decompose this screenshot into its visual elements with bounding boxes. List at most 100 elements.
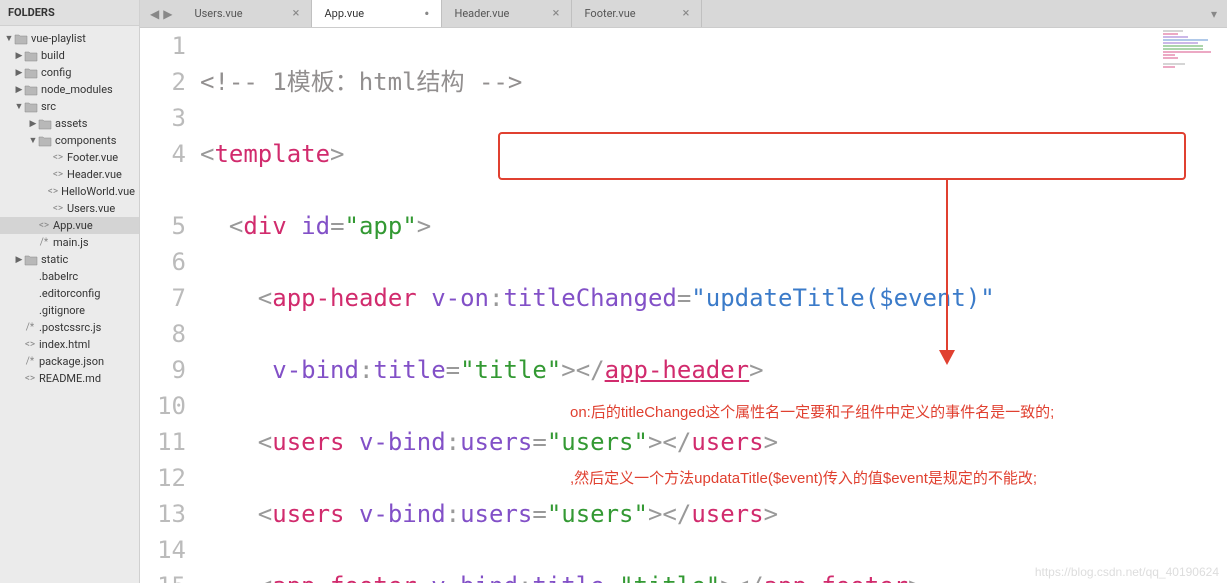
tree-item--postcssrc-js[interactable]: /*.postcssrc.js [0, 319, 139, 336]
line-number: 6 [140, 244, 186, 280]
arrow-down-icon[interactable]: ▼ [14, 101, 24, 112]
folder-icon [24, 50, 38, 62]
tree-item-app-vue[interactable]: <>App.vue [0, 217, 139, 234]
file-icon: <> [24, 373, 36, 384]
tab-users-vue[interactable]: Users.vue× [182, 0, 312, 27]
tree-item-label: .gitignore [39, 304, 85, 317]
line-number: 12 [140, 460, 186, 496]
file-icon: <> [52, 152, 64, 163]
tree-item--editorconfig[interactable]: .editorconfig [0, 285, 139, 302]
file-icon: /* [24, 356, 36, 367]
sidebar-header: FOLDERS [0, 0, 139, 26]
folder-icon [38, 118, 52, 130]
sidebar: FOLDERS ▼vue-playlist▶build▶config▶node_… [0, 0, 140, 583]
line-number: 13 [140, 496, 186, 532]
tab-label: Footer.vue [584, 7, 635, 20]
tab-bar: ◀▶ Users.vue×App.vue•Header.vue×Footer.v… [140, 0, 1227, 28]
tree-item-static[interactable]: ▶ static [0, 251, 139, 268]
tree-item-header-vue[interactable]: <>Header.vue [0, 166, 139, 183]
tree-item-label: Footer.vue [67, 151, 118, 164]
tree-item-build[interactable]: ▶build [0, 47, 139, 64]
tab-nav-arrows[interactable]: ◀▶ [140, 0, 182, 27]
tree-item-label: package.json [39, 355, 104, 368]
line-number: 4 [140, 136, 186, 172]
tree-item-label: components [55, 134, 116, 147]
tree-item-users-vue[interactable]: <>Users.vue [0, 200, 139, 217]
tree-item-label: node_modules [41, 83, 113, 96]
file-icon: /* [38, 237, 50, 248]
tree-item-label: src [41, 100, 56, 113]
arrow-right-icon[interactable]: ▶ [14, 68, 24, 78]
code-content[interactable]: <!-- 1模板：html结构 --> <template> <div id="… [200, 28, 1227, 583]
line-number: 15 [140, 568, 186, 583]
code-editor[interactable]: 123456789101112131415 <!-- 1模板：html结构 --… [140, 28, 1227, 583]
file-icon: <> [52, 203, 64, 214]
line-number: 3 [140, 100, 186, 136]
tree-item-label: .postcssrc.js [39, 321, 101, 334]
tree-item-src[interactable]: ▼ src [0, 98, 139, 115]
close-icon[interactable]: × [293, 6, 300, 21]
tree-item--gitignore[interactable]: .gitignore [0, 302, 139, 319]
file-icon: <> [38, 220, 50, 231]
tab-overflow-icon[interactable]: ▾ [1201, 0, 1227, 27]
tree-item-index-html[interactable]: <>index.html [0, 336, 139, 353]
tree-item-main-js[interactable]: /*main.js [0, 234, 139, 251]
tab-header-vue[interactable]: Header.vue × [442, 0, 572, 27]
tree-item-helloworld-vue[interactable]: <>HelloWorld.vue [0, 183, 139, 200]
tree-item-config[interactable]: ▶ config [0, 64, 139, 81]
tree-item--babelrc[interactable]: .babelrc [0, 268, 139, 285]
tree-item-package-json[interactable]: /*package.json [0, 353, 139, 370]
arrow-down-icon[interactable]: ▼ [28, 135, 38, 146]
tree-item-label: assets [55, 117, 87, 130]
arrow-right-icon[interactable]: ▶ [14, 255, 24, 265]
tree-item-vue-playlist[interactable]: ▼ vue-playlist [0, 30, 139, 47]
line-number: 8 [140, 316, 186, 352]
nav-forward-icon[interactable]: ▶ [161, 7, 174, 21]
folder-icon [38, 135, 52, 147]
tree-item-label: Users.vue [67, 202, 115, 215]
tree-item-label: .babelrc [39, 270, 78, 283]
folder-icon [24, 84, 38, 96]
tab-footer-vue[interactable]: Footer.vue × [572, 0, 702, 27]
tree-item-label: vue-playlist [31, 32, 86, 45]
tree-item-readme-md[interactable]: <>README.md [0, 370, 139, 387]
annotation-text: on:后的titleChanged这个属性名一定要和子组件中定义的事件名是一致的… [570, 358, 1054, 534]
line-number: 14 [140, 532, 186, 568]
tree-item-footer-vue[interactable]: <>Footer.vue [0, 149, 139, 166]
folder-icon [24, 67, 38, 79]
close-icon[interactable]: × [553, 6, 560, 21]
tree-item-assets[interactable]: ▶ assets [0, 115, 139, 132]
line-number: 1 [140, 28, 186, 64]
line-number: 10 [140, 388, 186, 424]
line-number: 7 [140, 280, 186, 316]
file-icon: <> [24, 339, 36, 350]
line-number: 5 [140, 208, 186, 244]
tree-item-label: static [41, 253, 68, 266]
tree-item-node_modules[interactable]: ▶ node_modules [0, 81, 139, 98]
line-number: 11 [140, 424, 186, 460]
tree-item-label: App.vue [53, 219, 93, 232]
line-number: 2 [140, 64, 186, 100]
folder-icon [24, 254, 38, 266]
arrow-down-icon[interactable]: ▼ [4, 33, 14, 44]
line-number [140, 172, 186, 208]
folder-tree: ▼vue-playlist▶build▶config▶node_modules▼… [0, 26, 139, 391]
folder-icon [14, 33, 28, 45]
dirty-indicator-icon: • [424, 6, 429, 22]
file-icon: <> [48, 186, 58, 197]
line-number-gutter: 123456789101112131415 [140, 28, 200, 583]
arrow-right-icon[interactable]: ▶ [14, 85, 24, 95]
tab-label: Header.vue [454, 7, 509, 20]
tree-item-label: HelloWorld.vue [61, 185, 135, 198]
close-icon[interactable]: × [683, 6, 690, 21]
tree-item-label: Header.vue [67, 168, 122, 181]
nav-back-icon[interactable]: ◀ [148, 7, 161, 21]
arrow-right-icon[interactable]: ▶ [14, 51, 24, 61]
tab-app-vue[interactable]: App.vue• [312, 0, 442, 27]
arrow-right-icon[interactable]: ▶ [28, 119, 38, 129]
main-area: ◀▶ Users.vue×App.vue•Header.vue×Footer.v… [140, 0, 1227, 583]
tree-item-label: config [41, 66, 71, 79]
tree-item-label: README.md [39, 372, 101, 385]
tree-item-components[interactable]: ▼ components [0, 132, 139, 149]
tree-item-label: .editorconfig [39, 287, 100, 300]
